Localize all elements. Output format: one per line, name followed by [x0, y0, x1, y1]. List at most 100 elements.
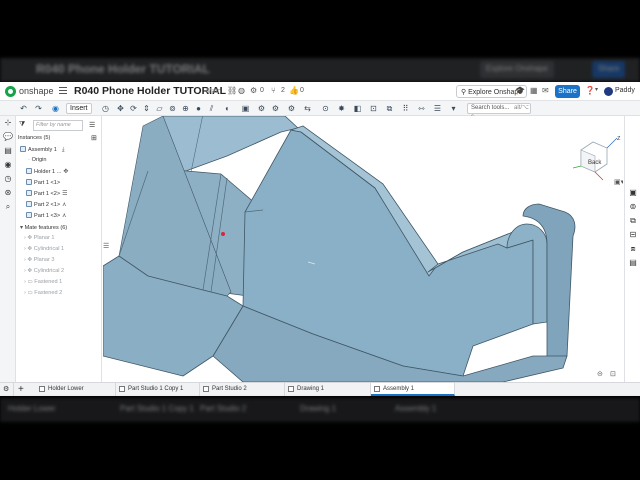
- planar-mate-icon[interactable]: ▱: [154, 103, 165, 114]
- menu-icon[interactable]: [59, 87, 67, 94]
- cylindrical-mate-icon[interactable]: ⊚: [167, 103, 178, 114]
- mirror-icon[interactable]: ⇿: [416, 103, 427, 114]
- mate-item[interactable]: › ▭ Fastened 2: [24, 290, 62, 296]
- insert-button[interactable]: Insert: [66, 103, 92, 114]
- list-item[interactable]: Part 1 <2> ☰: [26, 190, 68, 197]
- display-states-icon[interactable]: ◉: [50, 103, 61, 114]
- model-canvas[interactable]: Back Z ▣▾ ☰ ⊝ ⊡: [103, 116, 623, 382]
- link-icon[interactable]: ⛓: [227, 86, 237, 95]
- measure-icon[interactable]: ⊡: [368, 103, 379, 114]
- ball-mate-icon[interactable]: ●: [193, 103, 204, 114]
- tab-manager-icon[interactable]: ⚙: [0, 383, 14, 396]
- linear-relation-icon[interactable]: ⇆: [302, 103, 313, 114]
- assembly-root[interactable]: Assembly 1 ⤓: [20, 146, 65, 154]
- item-label: Origin: [31, 157, 47, 163]
- tab-part-studio-1-copy-1[interactable]: Part Studio 1 Copy 1: [116, 383, 200, 396]
- configurations-icon[interactable]: ⊚: [628, 202, 638, 212]
- pin-slot-mate-icon[interactable]: ⊕: [180, 103, 191, 114]
- tab-part-studio-2[interactable]: Part Studio 2: [200, 383, 285, 396]
- explode-panel-icon[interactable]: ⧈: [628, 244, 638, 254]
- view-zoom-icon[interactable]: ⊝: [597, 371, 603, 378]
- tab-drawing-1[interactable]: Drawing 1: [285, 383, 371, 396]
- onshape-logo-icon[interactable]: [5, 86, 16, 97]
- group-icon[interactable]: ▣: [240, 103, 251, 114]
- tab-holder-lower[interactable]: Holder Lower: [36, 383, 116, 396]
- appearance-panel-icon[interactable]: ▣: [628, 188, 638, 198]
- named-views-icon[interactable]: ⊟: [628, 230, 638, 240]
- list-item[interactable]: Holder 1 ... ✥: [26, 168, 68, 175]
- document-title[interactable]: R040 Phone Holder TUTORIAL: [74, 85, 226, 97]
- part-studio-icon: [39, 386, 45, 392]
- graphics-viewport[interactable]: Back Z ▣▾ ☰ ⊝ ⊡: [103, 116, 623, 382]
- history-icon[interactable]: ◷: [3, 174, 13, 184]
- list-item[interactable]: · Origin: [26, 157, 46, 163]
- screw-relation-icon[interactable]: ⚙: [286, 103, 297, 114]
- list-view-icon[interactable]: ☰: [89, 121, 95, 129]
- replicate-icon[interactable]: ⧉: [384, 103, 395, 114]
- mate-item[interactable]: › ✥ Planar 1: [24, 235, 55, 241]
- redo-icon[interactable]: ↷: [33, 103, 44, 114]
- tangent-mate-icon[interactable]: ◐: [222, 103, 233, 114]
- appearance-icon[interactable]: ◉: [3, 160, 13, 170]
- mate-label: Cylindrical 2: [33, 268, 65, 274]
- brand-name[interactable]: onshape: [19, 86, 54, 96]
- help-icon[interactable]: ❓: [585, 86, 595, 95]
- pattern-icon[interactable]: ⠿: [400, 103, 411, 114]
- mate-item[interactable]: › ✥ Planar 3: [24, 257, 55, 263]
- settings-icon[interactable]: ⚙: [250, 86, 257, 95]
- bom-icon[interactable]: ☰: [432, 103, 443, 114]
- features-icon[interactable]: ⊹: [3, 118, 13, 128]
- panel-collapse-icon[interactable]: ☰: [103, 243, 109, 250]
- mate-item[interactable]: › ✥ Cylindrical 2: [24, 268, 64, 274]
- undo-icon[interactable]: ↶: [18, 103, 29, 114]
- section-view-icon[interactable]: ◧: [352, 103, 363, 114]
- tab-assembly-1[interactable]: Assembly 1: [371, 383, 455, 396]
- add-tab-button[interactable]: +: [18, 383, 24, 396]
- view-cube-face[interactable]: Back: [588, 160, 602, 166]
- comments-icon[interactable]: 💬: [3, 132, 13, 142]
- globe-icon[interactable]: ◍: [238, 86, 245, 95]
- parallel-mate-icon[interactable]: ⫽: [206, 103, 217, 114]
- help-chevron-icon[interactable]: ▾: [595, 86, 598, 93]
- filter-input[interactable]: Filter by name: [33, 120, 83, 131]
- fastened-mate-icon[interactable]: ✥: [115, 103, 126, 114]
- view-fit-icon[interactable]: ⊡: [610, 371, 616, 378]
- branch-label[interactable]: Main: [206, 88, 221, 95]
- count-a: 0: [260, 87, 264, 94]
- mate-item[interactable]: › ▭ Fastened 1: [24, 279, 62, 285]
- phone-holder-model[interactable]: [103, 116, 576, 382]
- learning-icon[interactable]: 🎓: [515, 86, 525, 95]
- rack-pinion-icon[interactable]: ⚙: [270, 103, 281, 114]
- gear-relation-icon[interactable]: ⚙: [256, 103, 267, 114]
- view-options-icon[interactable]: ▣▾: [614, 179, 623, 186]
- list-item[interactable]: Part 2 <1> ⋏: [26, 201, 67, 208]
- clock-icon[interactable]: ◷: [100, 103, 111, 114]
- download-icon[interactable]: ⤓: [62, 147, 65, 153]
- branch-icon[interactable]: ⑂: [271, 86, 276, 95]
- variables-panel-icon[interactable]: ⧉: [628, 216, 638, 226]
- list-item[interactable]: Part 1 <3> ⋏: [26, 212, 67, 219]
- search-tools-input[interactable]: Search tools... alt/⌥ c: [467, 103, 531, 120]
- revolute-mate-icon[interactable]: ⟳: [128, 103, 139, 114]
- parts-list-icon[interactable]: ▤: [3, 146, 13, 156]
- mate-features-header[interactable]: ▾ Mate features (6): [18, 224, 67, 231]
- bom-panel-icon[interactable]: ▤: [628, 258, 638, 268]
- ghost-share: Share: [592, 61, 626, 78]
- slider-mate-icon[interactable]: ⇕: [141, 103, 152, 114]
- share-button[interactable]: Share: [555, 85, 580, 98]
- apps-icon[interactable]: ▦: [530, 86, 538, 95]
- notifications-icon[interactable]: ✉: [542, 86, 549, 95]
- variables-icon[interactable]: ⊛: [3, 188, 13, 198]
- filter-icon[interactable]: ⧩: [19, 121, 25, 129]
- mate-item[interactable]: › ✥ Cylindrical 1: [24, 246, 64, 252]
- user-name[interactable]: Paddy: [615, 87, 635, 94]
- mate-connector-icon[interactable]: ⊙: [320, 103, 331, 114]
- explode-icon[interactable]: ✸: [336, 103, 347, 114]
- more-icon[interactable]: ▾: [448, 103, 459, 114]
- avatar[interactable]: [604, 87, 613, 96]
- add-folder-icon[interactable]: ⊞: [91, 134, 97, 142]
- like-icon[interactable]: 👍: [289, 86, 299, 95]
- view-cube[interactable]: Back Z: [572, 136, 621, 181]
- list-item[interactable]: Part 1 <1>: [26, 179, 60, 186]
- search-icon[interactable]: ⌕: [3, 202, 13, 212]
